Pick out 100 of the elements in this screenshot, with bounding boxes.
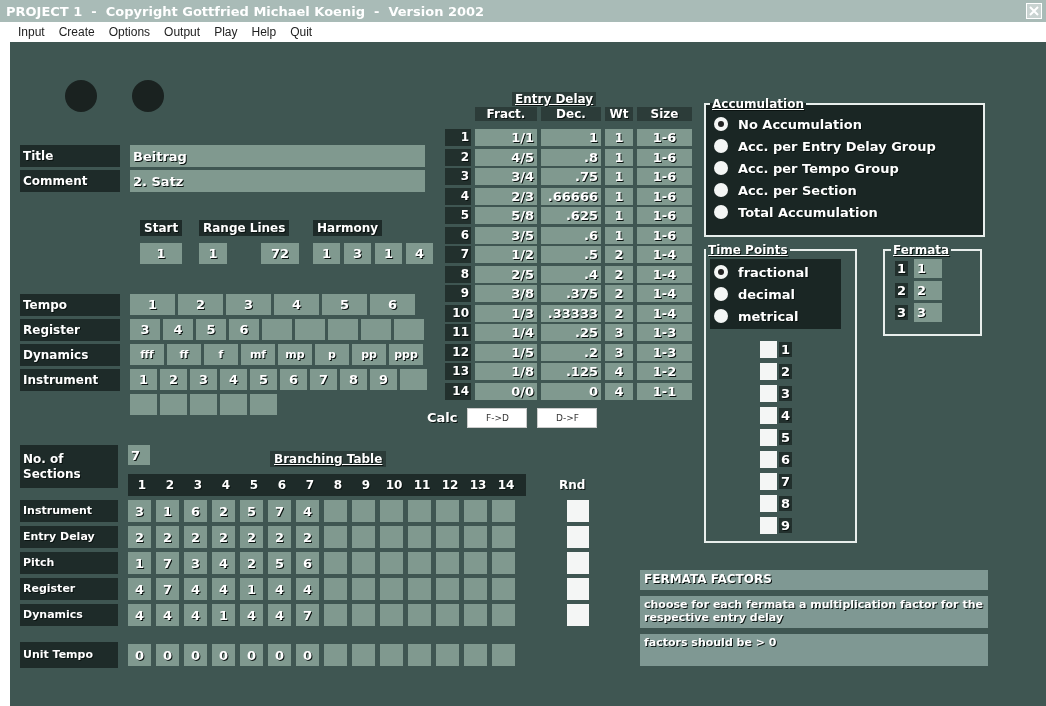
value-cell[interactable]: fff [130, 344, 164, 365]
input-field[interactable] [400, 369, 427, 390]
table-cell[interactable]: 1/4 [475, 324, 537, 341]
menu-item[interactable]: Output [164, 25, 201, 39]
table-cell[interactable]: 2 [605, 246, 633, 263]
table-cell[interactable]: 0 [212, 644, 235, 666]
input-field[interactable] [492, 526, 515, 548]
checkbox[interactable] [760, 407, 777, 424]
table-cell[interactable]: .75 [541, 168, 601, 185]
table-cell[interactable]: 1 [605, 168, 633, 185]
table-cell[interactable]: 2 [240, 552, 263, 574]
checkbox[interactable] [760, 451, 777, 468]
table-cell[interactable]: .2 [541, 343, 601, 361]
table-cell[interactable]: 3 [184, 552, 207, 574]
input-field[interactable] [492, 604, 515, 626]
input-field[interactable] [492, 578, 515, 600]
input-field[interactable] [464, 526, 487, 548]
table-cell[interactable]: 1 [156, 500, 179, 522]
table-cell[interactable]: 1/3 [475, 304, 537, 322]
input-field[interactable] [436, 526, 459, 548]
checkbox[interactable] [760, 385, 777, 402]
input-field[interactable] [328, 319, 358, 340]
radio-button[interactable] [714, 117, 728, 131]
table-cell[interactable]: 4 [605, 363, 633, 380]
input-field[interactable] [394, 319, 424, 340]
table-cell[interactable]: 1-6 [637, 207, 692, 224]
input-field[interactable] [324, 552, 347, 574]
input-field[interactable] [324, 644, 347, 666]
table-cell[interactable]: 2 [605, 304, 633, 322]
table-cell[interactable]: 1 [212, 604, 235, 626]
input-field[interactable] [380, 552, 403, 574]
table-cell[interactable]: 1 [605, 207, 633, 224]
table-cell[interactable]: 2/3 [475, 187, 537, 205]
table-cell[interactable]: 1 [605, 187, 633, 205]
input-field[interactable] [324, 604, 347, 626]
input-field[interactable] [220, 394, 247, 415]
value-cell[interactable]: 4 [274, 294, 319, 315]
table-cell[interactable]: 2 [605, 265, 633, 283]
value-cell[interactable]: 4 [406, 243, 433, 264]
value-cell[interactable]: 5 [322, 294, 367, 315]
input-field[interactable] [324, 526, 347, 548]
value-cell[interactable]: 1 [914, 259, 943, 278]
menu-item[interactable]: Create [58, 25, 95, 39]
input-field[interactable] [352, 578, 375, 600]
table-cell[interactable]: 0 [541, 382, 601, 400]
input-field[interactable] [464, 644, 487, 666]
input-field[interactable] [464, 552, 487, 574]
table-cell[interactable]: 2 [212, 500, 235, 522]
input-field[interactable] [380, 604, 403, 626]
table-cell[interactable]: 7 [268, 500, 291, 522]
input-field[interactable] [436, 578, 459, 600]
table-cell[interactable]: .4 [541, 265, 601, 283]
input-field[interactable] [408, 526, 431, 548]
table-cell[interactable]: 3/8 [475, 285, 537, 302]
table-cell[interactable]: 3/4 [475, 168, 537, 185]
checkbox[interactable] [760, 473, 777, 490]
table-cell[interactable]: 1 [128, 552, 151, 574]
table-cell[interactable]: 1/5 [475, 343, 537, 361]
radio-button[interactable] [714, 139, 728, 153]
text-field[interactable]: 2. Satz [130, 170, 425, 192]
table-cell[interactable]: 1 [240, 578, 263, 600]
value-cell[interactable]: 7 [128, 445, 150, 465]
value-cell[interactable]: 4 [163, 319, 193, 340]
table-cell[interactable]: 4 [156, 604, 179, 626]
value-cell[interactable]: 1 [130, 294, 175, 315]
checkbox[interactable] [567, 578, 589, 600]
table-cell[interactable]: 4 [296, 578, 319, 600]
value-cell[interactable]: 4 [220, 369, 247, 390]
table-cell[interactable]: 4 [605, 382, 633, 400]
value-cell[interactable]: 1 [199, 243, 227, 264]
table-cell[interactable]: .8 [541, 148, 601, 166]
value-cell[interactable]: 6 [229, 319, 259, 340]
value-cell[interactable]: 6 [280, 369, 307, 390]
table-cell[interactable]: 6 [184, 500, 207, 522]
table-cell[interactable]: 1-6 [637, 226, 692, 244]
table-cell[interactable]: 1-4 [637, 304, 692, 322]
menu-item[interactable]: Options [108, 25, 151, 39]
table-cell[interactable]: 1 [605, 129, 633, 146]
value-cell[interactable]: 3 [344, 243, 371, 264]
input-field[interactable] [492, 644, 515, 666]
input-field[interactable] [464, 604, 487, 626]
table-cell[interactable]: 0/0 [475, 382, 537, 400]
input-field[interactable] [408, 604, 431, 626]
value-cell[interactable]: 3 [190, 369, 217, 390]
table-cell[interactable]: 2 [240, 526, 263, 548]
input-field[interactable] [492, 552, 515, 574]
value-cell[interactable]: 3 [226, 294, 271, 315]
table-cell[interactable]: 1/8 [475, 363, 537, 380]
table-cell[interactable]: 1-1 [637, 382, 692, 400]
input-field[interactable] [352, 552, 375, 574]
value-cell[interactable]: 3 [130, 319, 160, 340]
input-field[interactable] [408, 500, 431, 522]
table-cell[interactable]: 2 [296, 526, 319, 548]
table-cell[interactable]: 4 [184, 604, 207, 626]
input-field[interactable] [190, 394, 217, 415]
value-cell[interactable]: 5 [250, 369, 277, 390]
table-cell[interactable]: 3 [128, 500, 151, 522]
table-cell[interactable]: 0 [184, 644, 207, 666]
value-cell[interactable]: mf [241, 344, 275, 365]
input-field[interactable] [436, 604, 459, 626]
